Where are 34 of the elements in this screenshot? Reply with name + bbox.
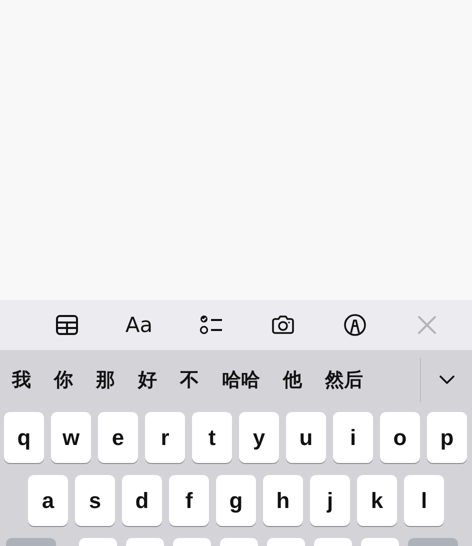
key[interactable]: t	[192, 412, 232, 463]
key[interactable]: y	[239, 412, 279, 463]
key[interactable]: j	[310, 475, 350, 526]
key[interactable]: a	[28, 475, 68, 526]
candidate-word[interactable]: 我	[12, 367, 31, 393]
candidate-word[interactable]: 不	[180, 367, 199, 393]
key[interactable]: s	[75, 475, 115, 526]
markup-icon[interactable]	[343, 313, 367, 337]
key[interactable]: d	[122, 475, 162, 526]
key[interactable]: q	[4, 412, 44, 463]
close-icon[interactable]	[415, 313, 439, 337]
key[interactable]: p	[427, 412, 467, 463]
key[interactable]: r	[145, 412, 185, 463]
camera-icon[interactable]	[271, 313, 295, 337]
checklist-icon[interactable]	[199, 313, 223, 337]
candidate-word[interactable]: 他	[283, 367, 302, 393]
key[interactable]: l	[404, 475, 444, 526]
candidate-word[interactable]: 好	[138, 367, 157, 393]
key[interactable]: o	[380, 412, 420, 463]
candidate-word[interactable]: 然后	[325, 367, 363, 393]
key[interactable]: g	[216, 475, 256, 526]
candidate-word[interactable]: 那	[96, 367, 115, 393]
key[interactable]: w	[51, 412, 91, 463]
key[interactable]: h	[263, 475, 303, 526]
candidate-word[interactable]: 哈哈	[222, 367, 260, 393]
key[interactable]: k	[357, 475, 397, 526]
key[interactable]: u	[286, 412, 326, 463]
text-format-button[interactable]: Aa	[125, 313, 153, 337]
table-icon[interactable]	[55, 313, 79, 337]
key[interactable]: f	[169, 475, 209, 526]
key[interactable]: i	[333, 412, 373, 463]
candidate-word[interactable]: 你	[54, 367, 73, 393]
key[interactable]: e	[98, 412, 138, 463]
chevron-down-icon[interactable]	[439, 375, 455, 385]
